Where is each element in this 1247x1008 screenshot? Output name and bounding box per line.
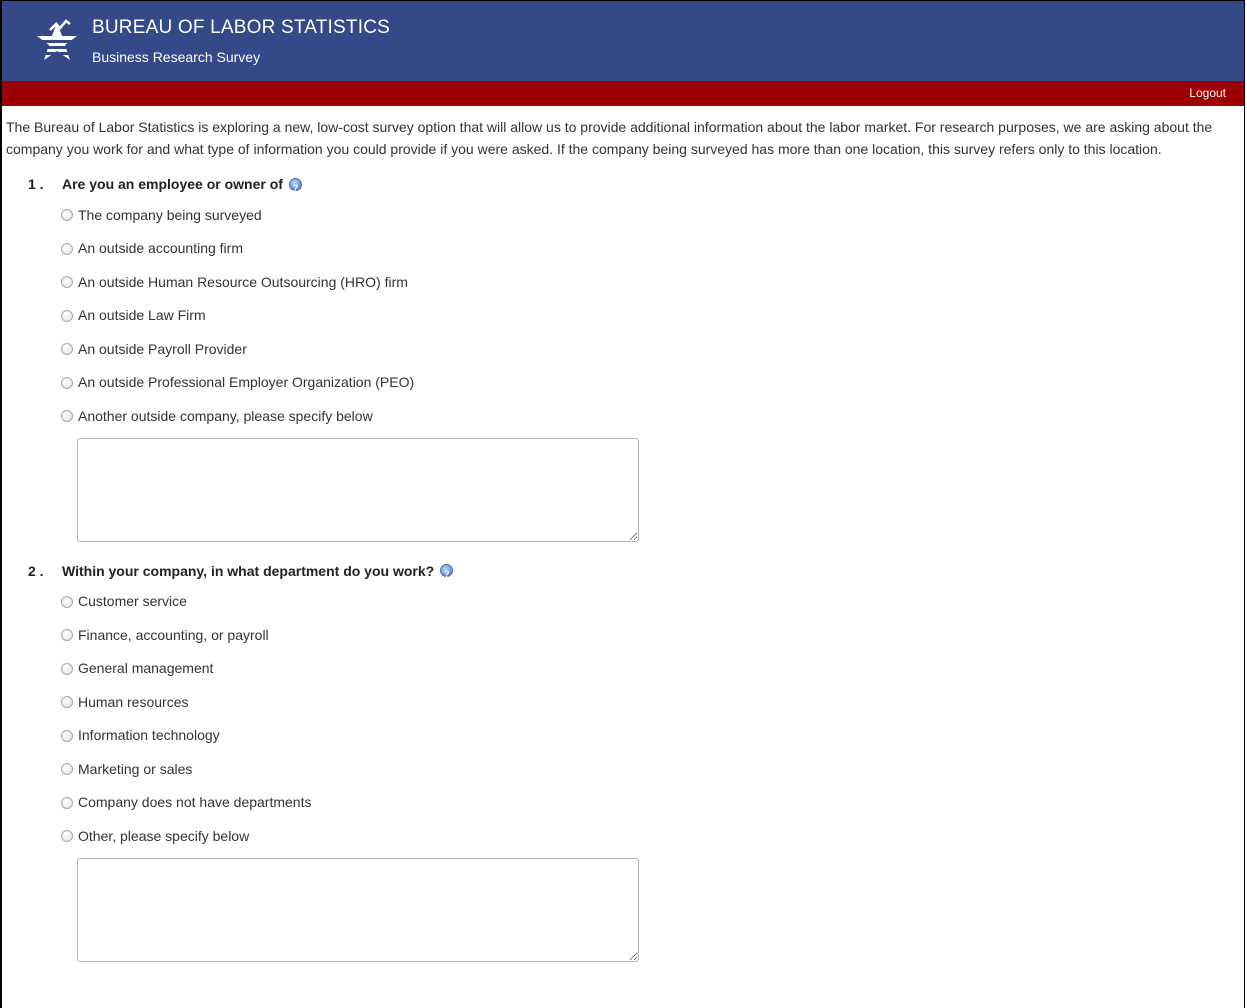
radio-button[interactable] (61, 242, 73, 255)
intro-text: The Bureau of Labor Statistics is explor… (6, 119, 1213, 157)
radio-option[interactable]: Other, please specify below (2, 819, 1244, 853)
nav-bar: Logout (2, 81, 1244, 106)
radio-button[interactable] (61, 343, 73, 356)
option-label[interactable]: An outside accounting firm (78, 240, 243, 256)
radio-option[interactable]: Human resources (2, 685, 1244, 719)
question-1: 1 . Are you an employee or owner of (2, 173, 1244, 199)
radio-option[interactable]: Another outside company, please specify … (2, 399, 1244, 433)
radio-button[interactable] (61, 410, 73, 423)
option-label[interactable]: Human resources (78, 694, 189, 710)
help-icon[interactable] (440, 563, 454, 585)
radio-button[interactable] (61, 595, 73, 608)
question-text: Are you an employee or owner of (62, 176, 283, 192)
radio-button[interactable] (61, 629, 73, 642)
option-label[interactable]: An outside Human Resource Outsourcing (H… (78, 274, 408, 290)
radio-option[interactable]: The company being surveyed (2, 198, 1244, 232)
site-header: BUREAU OF LABOR STATISTICS Business Rese… (2, 1, 1244, 81)
option-label[interactable]: The company being surveyed (78, 207, 262, 223)
option-label[interactable]: Other, please specify below (78, 828, 249, 844)
radio-button[interactable] (61, 763, 73, 776)
radio-button[interactable] (61, 729, 73, 742)
option-label[interactable]: An outside Professional Employer Organiz… (78, 374, 414, 390)
option-label[interactable]: Information technology (78, 727, 220, 743)
radio-button[interactable] (61, 276, 73, 289)
radio-option[interactable]: An outside Human Resource Outsourcing (H… (2, 265, 1244, 299)
radio-button[interactable] (61, 696, 73, 709)
radio-option[interactable]: Marketing or sales (2, 752, 1244, 786)
radio-button[interactable] (61, 830, 73, 843)
question-number: 1 . (28, 176, 44, 192)
option-label[interactable]: Another outside company, please specify … (78, 408, 373, 424)
radio-option[interactable]: General management (2, 652, 1244, 686)
other-department-textarea[interactable] (77, 857, 639, 962)
radio-button[interactable] (61, 796, 73, 809)
radio-option[interactable]: Company does not have departments (2, 786, 1244, 820)
help-icon[interactable] (288, 177, 302, 199)
option-label[interactable]: Marketing or sales (78, 761, 192, 777)
radio-option[interactable]: An outside Law Firm (2, 299, 1244, 333)
specify-wrapper (2, 437, 1244, 542)
question-text: Within your company, in what department … (62, 562, 435, 579)
page-frame: BUREAU OF LABOR STATISTICS Business Rese… (0, 0, 1245, 1008)
radio-option[interactable]: Finance, accounting, or payroll (2, 618, 1244, 652)
survey-title: Business Research Survey (92, 49, 261, 65)
other-company-textarea[interactable] (77, 437, 639, 542)
radio-button[interactable] (61, 209, 73, 222)
question-number: 2 . (28, 562, 44, 579)
option-label[interactable]: Finance, accounting, or payroll (78, 627, 269, 643)
radio-button[interactable] (61, 376, 73, 389)
radio-option[interactable]: An outside accounting firm (2, 232, 1244, 266)
option-label[interactable]: An outside Law Firm (78, 307, 206, 323)
option-label[interactable]: General management (78, 660, 213, 676)
radio-option[interactable]: Customer service (2, 585, 1244, 619)
radio-option[interactable]: An outside Professional Employer Organiz… (2, 366, 1244, 400)
agency-name: BUREAU OF LABOR STATISTICS (92, 17, 390, 38)
radio-option[interactable]: Information technology (2, 719, 1244, 753)
option-label[interactable]: Company does not have departments (78, 794, 311, 810)
option-label[interactable]: An outside Payroll Provider (78, 341, 247, 357)
radio-button[interactable] (61, 309, 73, 322)
question-2: 2 . Within your company, in what departm… (2, 560, 1244, 585)
logout-link[interactable]: Logout (1189, 86, 1226, 100)
specify-wrapper (2, 857, 1244, 962)
bls-star-logo-icon (37, 19, 77, 60)
option-label[interactable]: Customer service (78, 593, 187, 609)
radio-button[interactable] (61, 662, 73, 675)
radio-option[interactable]: An outside Payroll Provider (2, 332, 1244, 366)
